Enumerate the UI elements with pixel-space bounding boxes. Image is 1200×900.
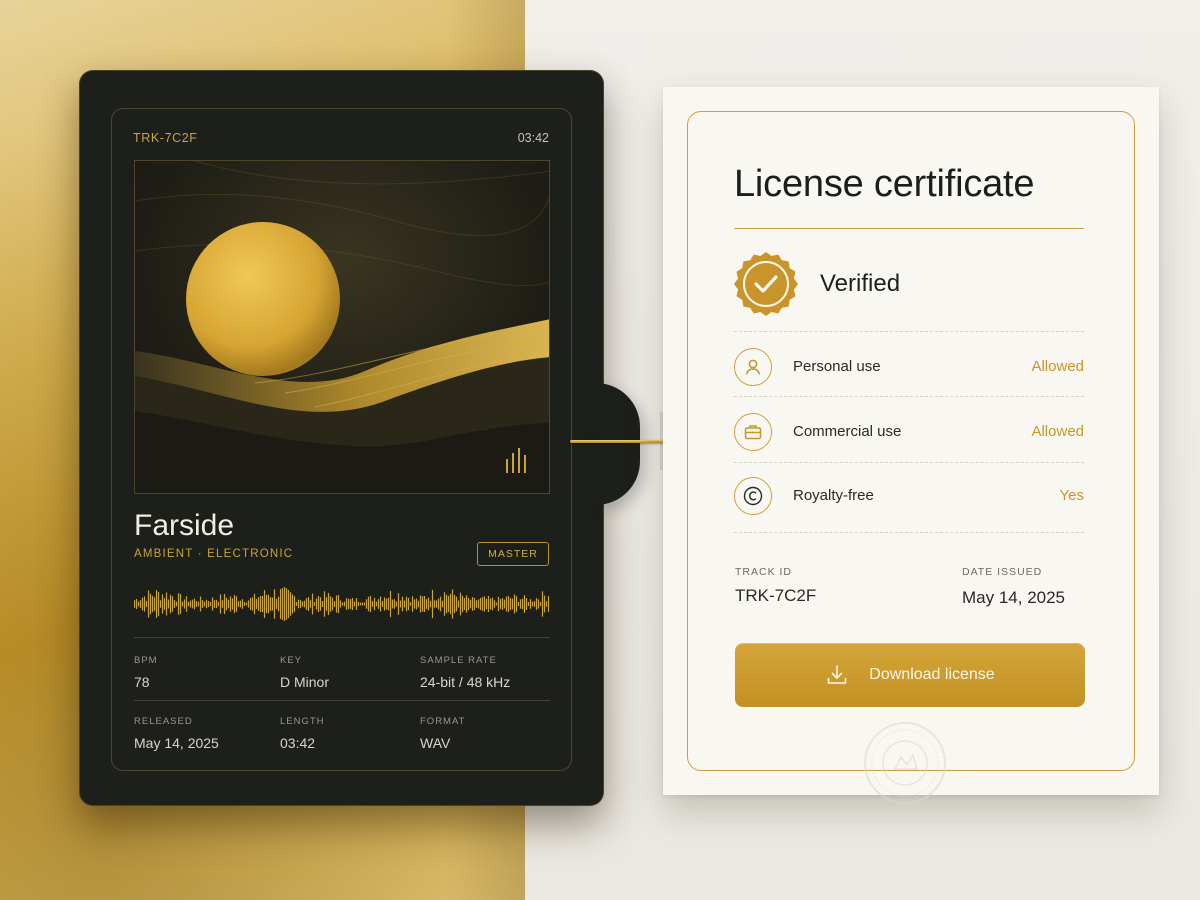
permission-label: Commercial use (793, 423, 902, 440)
title-rule (734, 228, 1084, 229)
format-label: FORMAT (420, 716, 466, 727)
divider (134, 637, 550, 638)
length-label: LENGTH (280, 716, 325, 727)
verified-status: Verified (820, 270, 901, 297)
permission-label: Royalty-free (793, 487, 874, 504)
download-label: Download license (869, 666, 995, 683)
permission-value: Allowed (1031, 358, 1084, 375)
key-value: D Minor (280, 674, 330, 690)
bpm-value: 78 (134, 674, 150, 690)
meta-sample-rate: SAMPLE RATE 24-bit / 48 kHz (420, 655, 510, 690)
equalizer-bars-icon (506, 448, 526, 473)
master-badge: MASTER (477, 542, 549, 566)
license-certificate: License certificate Verified Personal us… (663, 87, 1159, 804)
download-license-button[interactable]: Download license (735, 643, 1085, 707)
divider (134, 700, 550, 701)
copyright-icon (734, 477, 772, 515)
meta-released: RELEASED May 14, 2025 (134, 716, 219, 751)
track-card-frame: TRK-7C2F 03:42 Farside AMBIENT · ELECTRO… (111, 108, 572, 771)
track-id-value: TRK-7C2F (735, 586, 817, 605)
permission-value: Allowed (1031, 423, 1084, 440)
track-duration: 03:42 (517, 131, 549, 145)
certificate-title: License certificate (734, 163, 1035, 205)
download-icon (827, 665, 847, 684)
released-value: May 14, 2025 (134, 735, 219, 751)
length-value: 03:42 (280, 735, 316, 751)
date-issued-value: May 14, 2025 (962, 588, 1066, 607)
meta-key: KEY D Minor (280, 655, 329, 690)
user-icon (734, 348, 772, 386)
permission-row-personal: Personal use Allowed (734, 345, 1084, 389)
track-card: TRK-7C2F 03:42 Farside AMBIENT · ELECTRO… (79, 70, 604, 806)
divider (734, 532, 1084, 533)
format-value: WAV (420, 735, 451, 751)
divider (734, 462, 1084, 463)
divider (734, 396, 1084, 397)
brass-pin (570, 440, 678, 443)
audio-waveform[interactable] (134, 583, 550, 625)
permission-value: Yes (1059, 487, 1084, 504)
meta-format: FORMAT WAV (420, 716, 465, 751)
sample-rate-value: 24-bit / 48 kHz (420, 674, 511, 690)
date-issued-label: DATE ISSUED (962, 566, 1043, 578)
meta-length: LENGTH 03:42 (280, 716, 325, 751)
meta-bpm: BPM 78 (134, 655, 158, 690)
embossed-seal-icon (864, 722, 946, 804)
sample-rate-label: SAMPLE RATE (420, 655, 497, 666)
key-label: KEY (280, 655, 303, 666)
permission-row-royalty: Royalty-free Yes (734, 474, 1084, 518)
track-title: Farside (134, 509, 235, 542)
released-label: RELEASED (134, 716, 193, 727)
briefcase-icon (734, 413, 772, 451)
permission-row-commercial: Commercial use Allowed (734, 410, 1084, 454)
checkmark-seal-icon (734, 252, 798, 316)
track-id: TRK-7C2F (133, 131, 198, 145)
permission-label: Personal use (793, 358, 881, 375)
track-genre: AMBIENT · ELECTRONIC (134, 548, 294, 560)
bpm-label: BPM (134, 655, 158, 666)
album-artwork (134, 160, 550, 494)
divider (734, 331, 1084, 332)
track-id-label: TRACK ID (735, 566, 793, 578)
